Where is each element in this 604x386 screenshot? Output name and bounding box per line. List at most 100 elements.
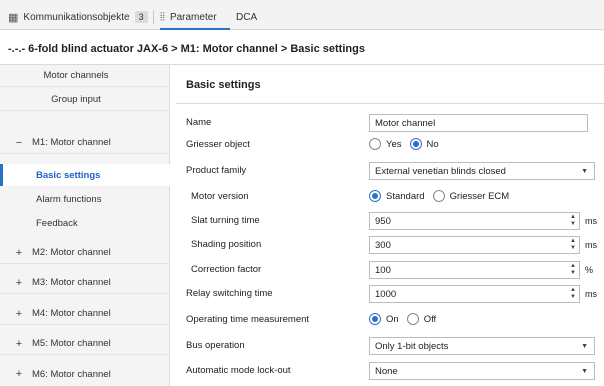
bus-operation-select[interactable]: Only 1-bit objects ▼ (369, 337, 595, 355)
motor-version-radio-group: Standard Griesser ECM (369, 190, 517, 202)
param-label: Correction factor (191, 264, 262, 275)
radio-icon (432, 190, 445, 202)
divider (176, 103, 604, 104)
expand-icon[interactable]: + (12, 308, 26, 320)
input-value: 100 (375, 264, 391, 276)
motor-griesser-ecm-radio[interactable]: Griesser ECM (432, 190, 510, 202)
sidebar-item-label: Alarm functions (36, 193, 102, 205)
dropdown-arrow-icon: ▼ (581, 168, 588, 175)
sidebar-item-m2[interactable]: + M2: Motor channel (0, 242, 170, 264)
param-row-slat-turning: Slat turning time 950 ▲ ▼ ms (176, 211, 604, 233)
operating-time-off-radio[interactable]: Off (406, 313, 437, 325)
unit-label: % (585, 265, 594, 275)
sidebar-item-group-input[interactable]: Group input (0, 89, 170, 111)
expand-icon[interactable]: + (12, 338, 26, 350)
sidebar-item-m6[interactable]: + M6: Motor channel (0, 363, 170, 385)
radio-label: No (426, 138, 439, 150)
spinner-icon[interactable]: ▲ ▼ (570, 287, 576, 301)
tab-label: DCA (236, 11, 258, 23)
sidebar-item-label: Basic settings (36, 169, 101, 181)
param-row-name: Name Motor channel (176, 113, 604, 135)
name-input[interactable]: Motor channel (369, 114, 588, 132)
tab-label: Parameter (169, 11, 217, 23)
sidebar-item-label: M5: Motor channel (32, 338, 111, 349)
sidebar-item-m1[interactable]: − M1: Motor channel (0, 132, 170, 154)
relay-switching-time-input[interactable]: 1000 ▲ ▼ (369, 285, 580, 303)
param-row-motor-version: Motor version Standard Griesser ECM (176, 187, 604, 209)
param-label: Bus operation (186, 340, 245, 351)
sidebar-item-feedback[interactable]: Feedback (0, 212, 170, 234)
sidebar-item-label: Motor channels (43, 70, 109, 81)
sidebar: Motor channels Group input − M1: Motor c… (0, 65, 170, 386)
expand-icon[interactable]: + (12, 277, 26, 289)
correction-factor-input[interactable]: 100 ▲ ▼ (369, 261, 580, 279)
sidebar-item-basic-settings[interactable]: Basic settings (0, 164, 170, 186)
param-label: Motor version (191, 191, 249, 202)
select-value: None (375, 365, 398, 377)
sidebar-item-label: Group input (51, 94, 101, 105)
sidebar-item-label: M2: Motor channel (32, 247, 111, 258)
operating-time-on-radio[interactable]: On (369, 313, 399, 325)
dropdown-arrow-icon: ▼ (581, 343, 588, 350)
radio-label: Standard (386, 190, 425, 202)
table-icon: ▦ (8, 11, 19, 24)
param-label: Relay switching time (186, 288, 273, 299)
slat-turning-time-input[interactable]: 950 ▲ ▼ (369, 212, 580, 230)
sidebar-item-label: M1: Motor channel (32, 137, 111, 148)
param-row-shading-position: Shading position 300 ▲ ▼ ms (176, 235, 604, 257)
product-family-select[interactable]: External venetian blinds closed ▼ (369, 162, 595, 180)
collapse-icon[interactable]: − (12, 137, 26, 149)
expand-icon[interactable]: + (12, 247, 26, 259)
unit-label: ms (585, 289, 597, 299)
sidebar-item-label: M6: Motor channel (32, 368, 111, 380)
tab-parameter[interactable]: ⦙⦙ Parameter (160, 8, 217, 26)
radio-selected-icon (369, 313, 381, 325)
select-value: External venetian blinds closed (375, 165, 506, 177)
radio-selected-icon (409, 138, 422, 150)
param-label: Operating time measurement (186, 314, 310, 325)
param-row-correction-factor: Correction factor 100 ▲ ▼ % (176, 260, 604, 282)
tab-dca[interactable]: DCA (236, 8, 257, 26)
param-label: Automatic mode lock-out (186, 365, 291, 376)
tab-bar: ▦ Kommunikationsobjekte 3 ⦙⦙ Parameter D… (0, 0, 604, 30)
sidebar-item-motor-channels[interactable]: Motor channels (0, 65, 170, 87)
breadcrumb: -.-.- 6-fold blind actuator JAX-6 > M1: … (8, 43, 365, 55)
griesser-radio-group: Yes No (369, 138, 447, 150)
tab-divider (153, 10, 154, 24)
param-label: Shading position (191, 239, 262, 250)
unit-label: ms (585, 216, 597, 226)
griesser-yes-radio[interactable]: Yes (369, 138, 402, 150)
radio-label: Yes (386, 138, 402, 150)
input-value: 950 (375, 215, 391, 227)
sidebar-item-label: M4: Motor channel (32, 308, 111, 319)
sidebar-item-m4[interactable]: + M4: Motor channel (0, 303, 170, 325)
automatic-mode-lockout-select[interactable]: None ▼ (369, 362, 595, 380)
sidebar-item-m3[interactable]: + M3: Motor channel (0, 272, 170, 294)
radio-label: Off (423, 313, 437, 325)
input-value: 300 (375, 239, 391, 251)
tab-count-badge: 3 (134, 11, 148, 23)
param-row-product-family: Product family External venetian blinds … (176, 161, 604, 183)
spinner-icon[interactable]: ▲ ▼ (570, 238, 576, 252)
shading-position-input[interactable]: 300 ▲ ▼ (369, 236, 580, 254)
param-label: Griesser object (186, 139, 250, 150)
expand-icon[interactable]: + (12, 368, 26, 380)
tab-label: Kommunikationsobjekte (23, 11, 130, 23)
motor-standard-radio[interactable]: Standard (369, 190, 425, 202)
spinner-icon[interactable]: ▲ ▼ (570, 263, 576, 277)
param-row-auto-lockout: Automatic mode lock-out None ▼ (176, 361, 604, 383)
radio-label: Griesser ECM (449, 190, 510, 202)
spinner-icon[interactable]: ▲ ▼ (570, 214, 576, 228)
operating-time-radio-group: On Off (369, 313, 444, 325)
radio-icon (369, 138, 381, 150)
active-tab-indicator (160, 28, 230, 30)
tab-kommunikationsobjekte[interactable]: ▦ Kommunikationsobjekte 3 (8, 8, 148, 26)
parameter-icon: ⦙⦙ (160, 10, 165, 23)
radio-label: On (386, 313, 399, 325)
param-row-bus-operation: Bus operation Only 1-bit objects ▼ (176, 336, 604, 358)
sidebar-item-alarm-functions[interactable]: Alarm functions (0, 188, 170, 210)
sidebar-item-m5[interactable]: + M5: Motor channel (0, 333, 170, 355)
radio-selected-icon (369, 190, 381, 202)
griesser-no-radio[interactable]: No (409, 138, 439, 150)
param-row-griesser: Griesser object Yes No (176, 135, 604, 157)
